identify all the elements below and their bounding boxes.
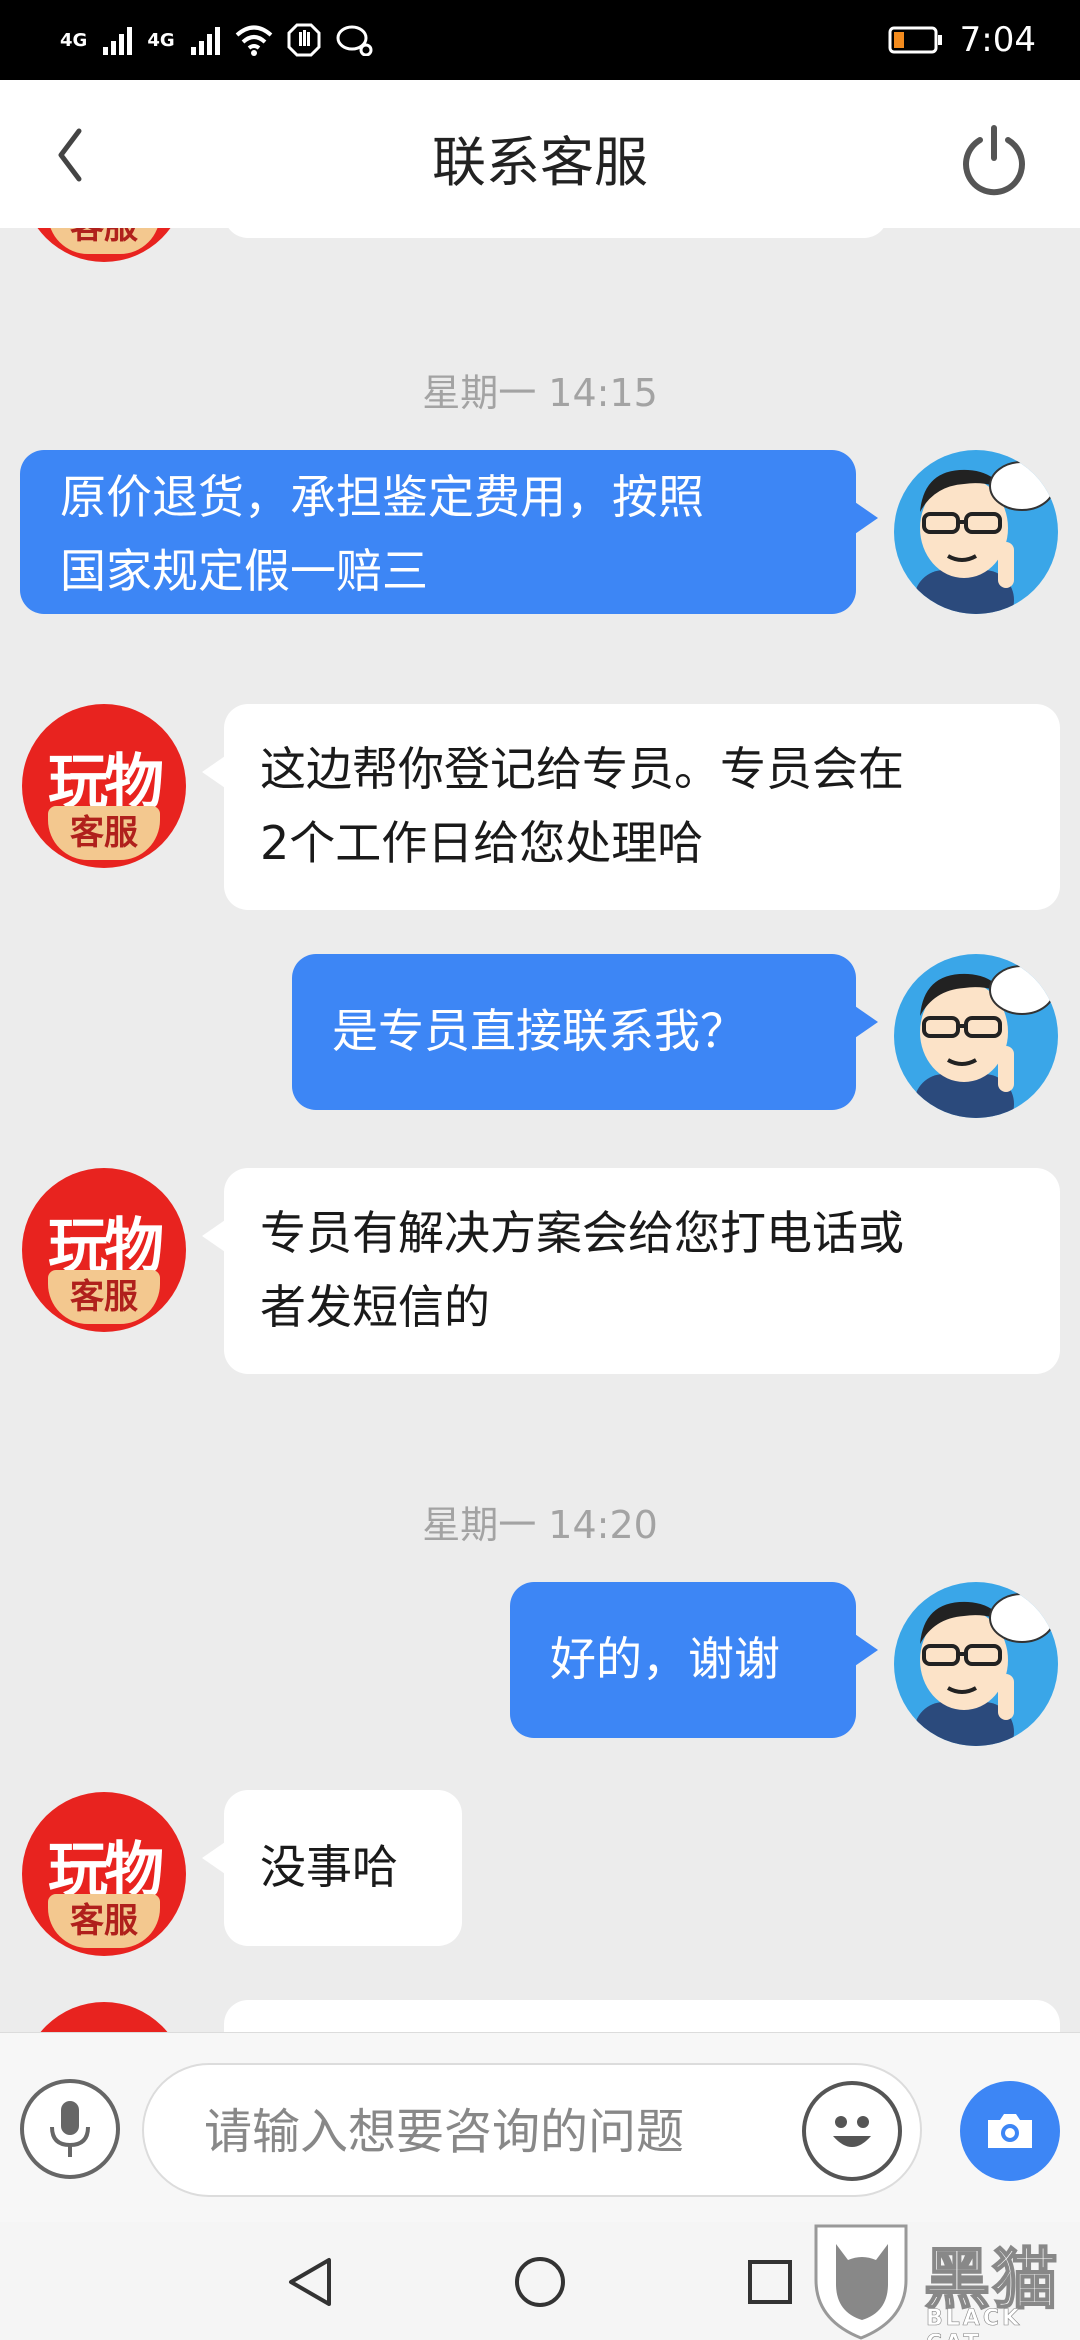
message-bubble-partial: [224, 2000, 1060, 2032]
agent-message-bubble[interactable]: 这边帮你登记给专员。专员会在 2个工作日给您处理哈: [202, 704, 1060, 910]
user-avatar[interactable]: [894, 954, 1058, 1118]
square-recents-icon: [748, 2260, 792, 2304]
network-type-2: 4G: [147, 29, 175, 51]
agent-avatar[interactable]: 玩物 客服: [22, 228, 186, 262]
wifi-icon: [235, 25, 272, 56]
nav-recents-button[interactable]: [740, 2252, 800, 2312]
chat-notification-icon: [336, 25, 373, 56]
smiley-face-icon: [833, 2116, 871, 2147]
hand-gesture-icon: [287, 23, 321, 57]
agent-message-bubble[interactable]: 没事哈: [202, 1790, 462, 1946]
status-bar: 4G 4G 7:04: [0, 0, 1080, 80]
signal-icon: [190, 27, 220, 55]
message-bubble-partial: [224, 228, 888, 238]
user-message-bubble[interactable]: 原价退货，承担鉴定费用，按照 国家规定假一赔三: [20, 450, 878, 614]
nav-home-button[interactable]: [510, 2252, 570, 2312]
agent-avatar[interactable]: 玩物 客服: [22, 1168, 186, 1332]
message-input[interactable]: [204, 2095, 804, 2169]
camera-icon: [988, 2114, 1032, 2148]
user-avatar[interactable]: [894, 1582, 1058, 1746]
user-avatar-cartoon-icon: [914, 461, 1055, 614]
black-cat-shield-logo-icon: [814, 2224, 908, 2340]
microphone-icon: [50, 2101, 90, 2157]
camera-button[interactable]: [960, 2081, 1060, 2181]
message-line: 国家规定假一赔三: [60, 544, 428, 598]
black-cat-watermark: 黑猫 BLACK CAT: [806, 2220, 1080, 2340]
message-line: 没事哈: [260, 1840, 398, 1894]
power-icon: [963, 125, 1025, 196]
watermark-english-text: BLACK CAT: [926, 2306, 1023, 2340]
nav-back-button[interactable]: [280, 2252, 340, 2312]
agent-message-bubble[interactable]: 专员有解决方案会给您打电话或 者发短信的: [202, 1168, 1060, 1374]
exit-button[interactable]: [954, 120, 1034, 200]
agent-avatar[interactable]: 玩物 客服: [22, 704, 186, 868]
message-input-bar: [0, 2032, 1080, 2222]
message-line: 这边帮你登记给专员。专员会在: [260, 742, 904, 796]
triangle-back-icon: [289, 2258, 331, 2306]
message-line: 是专员直接联系我？: [332, 1004, 746, 1058]
message-line: 者发短信的: [260, 1280, 490, 1334]
agent-avatar[interactable]: 玩物: [22, 2002, 186, 2032]
clock-time: 7:04: [959, 20, 1036, 60]
signal-icon: [103, 27, 133, 55]
user-avatar-cartoon-icon: [914, 1593, 1055, 1746]
user-message-bubble[interactable]: 是专员直接联系我？: [292, 954, 878, 1110]
message-line: 好的，谢谢: [550, 1632, 780, 1686]
network-type-1: 4G: [60, 29, 88, 51]
message-line: 专员有解决方案会给您打电话或: [260, 1206, 904, 1260]
page-title: 联系客服: [432, 131, 648, 194]
message-line: 2个工作日给您处理哈: [260, 816, 704, 870]
circle-home-icon: [515, 2257, 565, 2307]
user-message-bubble[interactable]: 好的，谢谢: [510, 1582, 878, 1738]
status-icons-right: 7:04: [888, 16, 1036, 64]
message-timestamp: 星期一 14:20: [422, 1503, 658, 1547]
chat-message-list[interactable]: 玩物 客服 星期一 14:15 原价退货，承担鉴定费用，按照 国家规定假一赔三 …: [0, 228, 1080, 2032]
user-avatar-cartoon-icon: [914, 965, 1055, 1118]
message-line: 原价退货，承担鉴定费用，按照: [60, 470, 704, 524]
top-app-bar: 联系客服: [0, 80, 1080, 228]
battery-icon: [888, 26, 942, 54]
emoji-button[interactable]: [802, 2081, 902, 2181]
user-avatar[interactable]: [894, 450, 1058, 614]
status-icons-left: 4G 4G: [60, 18, 373, 62]
agent-avatar[interactable]: 玩物 客服: [22, 1792, 186, 1956]
voice-input-button[interactable]: [20, 2079, 120, 2179]
message-timestamp: 星期一 14:15: [422, 371, 658, 415]
